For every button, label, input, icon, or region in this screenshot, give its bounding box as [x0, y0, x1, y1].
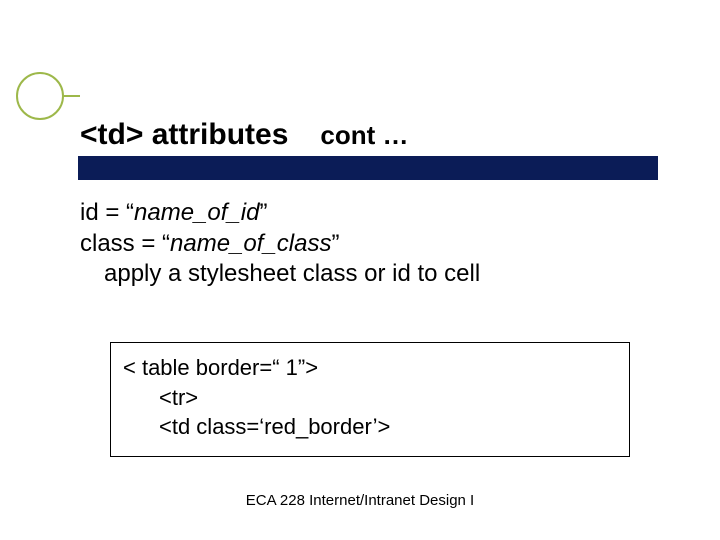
body-line-1-pre: id = “	[80, 199, 134, 226]
slide-footer: ECA 228 Internet/Intranet Design I	[0, 492, 720, 509]
body-line-1: id = “name_of_id”	[80, 198, 640, 229]
slide-title-cont: cont …	[320, 120, 408, 151]
accent-circle-icon	[16, 72, 64, 120]
body-text: id = “name_of_id” class = “name_of_class…	[80, 198, 640, 290]
body-line-1-ital: name_of_id	[134, 199, 259, 226]
code-line-3: <td class=‘red_border’>	[123, 412, 617, 442]
slide-title-row: <td> attributes cont …	[80, 118, 408, 152]
body-line-2-ital: name_of_class	[170, 230, 331, 257]
body-line-2-post: ”	[331, 230, 339, 257]
title-underline-bar	[78, 156, 658, 180]
body-line-2: class = “name_of_class”	[80, 229, 640, 260]
code-line-1: < table border=“ 1”>	[123, 353, 617, 383]
body-line-2-pre: class = “	[80, 230, 170, 257]
body-line-1-post: ”	[259, 199, 267, 226]
accent-line-icon	[62, 95, 80, 97]
slide-title: <td> attributes	[80, 118, 288, 152]
body-line-3: apply a stylesheet class or id to cell	[80, 259, 640, 290]
code-line-2: <tr>	[123, 383, 617, 413]
code-example-box: < table border=“ 1”> <tr> <td class=‘red…	[110, 342, 630, 457]
